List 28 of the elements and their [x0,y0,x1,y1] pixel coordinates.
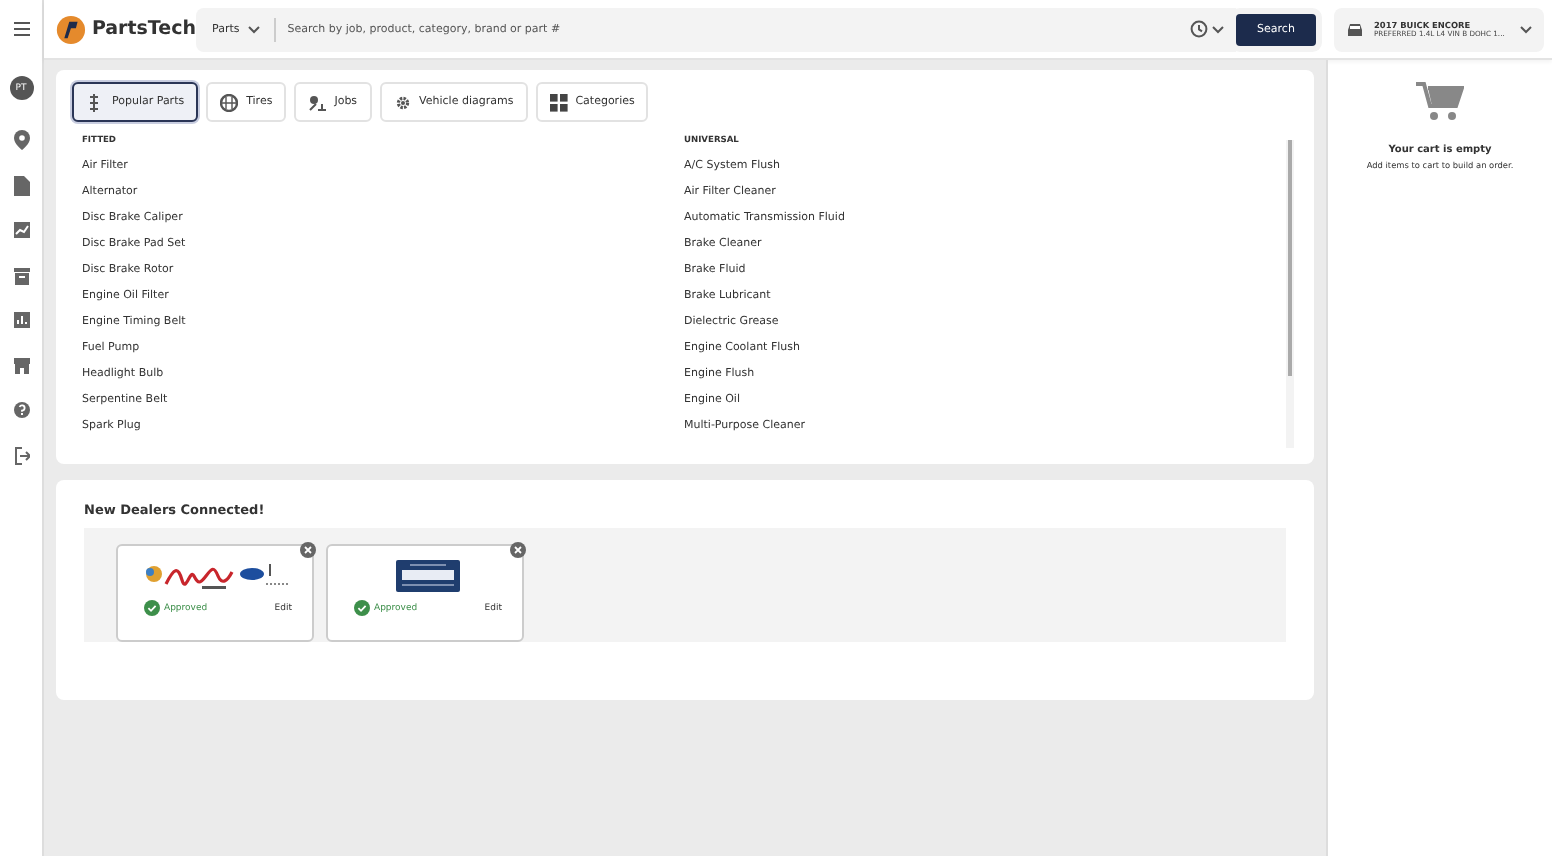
logo-icon [56,11,86,47]
list-icon [86,93,104,111]
gear-icon [393,93,412,111]
archive-icon[interactable] [13,265,29,286]
document-icon[interactable] [13,175,29,196]
chevron-down-icon [1212,25,1224,33]
store-icon[interactable] [13,355,29,376]
location-pin-icon[interactable] [13,130,29,151]
dealer-logo-drawing [396,560,460,592]
close-icon[interactable] [300,542,316,558]
close-icon[interactable] [510,542,526,558]
history-icon [1190,20,1208,38]
car-icon [1346,21,1364,37]
logout-icon[interactable] [13,445,29,466]
help-icon[interactable] [13,400,29,421]
grid-icon [549,93,568,111]
scrollbar[interactable] [1286,140,1294,448]
cart-icon [1416,80,1464,124]
report-icon[interactable] [13,310,29,331]
chart-icon[interactable] [13,220,29,241]
menu-icon [13,22,29,36]
chevron-down-icon [1520,25,1532,33]
brand-name: PartsTech [91,18,196,40]
tire-icon [220,93,239,111]
check-circle-icon [354,600,370,616]
history-dropdown[interactable] [1190,7,1236,51]
chevron-down-icon [247,25,260,33]
check-circle-icon [144,600,160,616]
